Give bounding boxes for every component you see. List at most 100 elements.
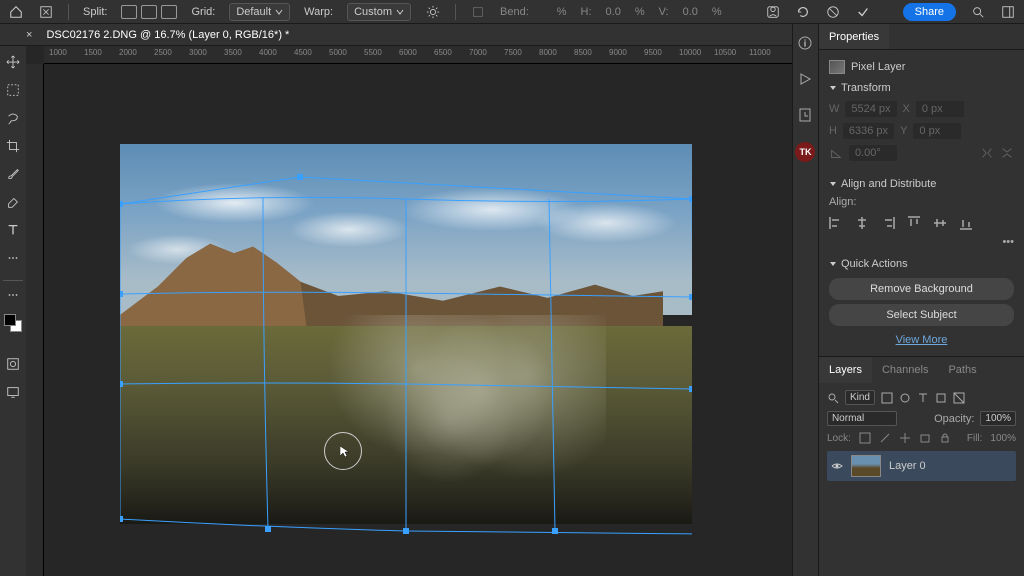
cursor-arrow-icon xyxy=(340,446,350,458)
search-icon[interactable] xyxy=(970,4,986,20)
ruler-tick: 4500 xyxy=(294,48,312,57)
lock-all-icon[interactable] xyxy=(939,432,951,444)
commit-icon[interactable] xyxy=(855,4,871,20)
cancel-transform-icon[interactable] xyxy=(38,4,54,20)
split-horz-icon[interactable] xyxy=(161,5,177,19)
info-icon[interactable] xyxy=(796,34,814,52)
kind-filter[interactable]: Kind xyxy=(845,390,875,405)
v-pct: % xyxy=(712,6,722,18)
align-center-v-icon[interactable] xyxy=(933,216,947,230)
lasso-tool[interactable] xyxy=(3,108,23,128)
width-field[interactable]: 5524 px xyxy=(845,101,896,117)
align-section[interactable]: Align and Distribute xyxy=(829,174,1014,194)
lock-trans-icon[interactable] xyxy=(859,432,871,444)
flip-h-icon[interactable] xyxy=(980,146,994,160)
filter-row: Kind xyxy=(827,387,1016,408)
tk-panel-icon[interactable]: TK xyxy=(795,142,815,162)
transform-section[interactable]: Transform xyxy=(829,78,1014,98)
transform-angle-row: 0.00° xyxy=(829,142,1014,164)
orientation-icon[interactable] xyxy=(470,4,486,20)
lock-pos-icon[interactable] xyxy=(899,432,911,444)
document-tab[interactable]: × DSC02176 2.DNG @ 16.7% (Layer 0, RGB/1… xyxy=(26,29,289,41)
fill-label: Fill: xyxy=(967,433,983,444)
ruler-horizontal[interactable]: 1000150020002500300035004000450050005500… xyxy=(44,46,792,64)
ruler-tick: 3000 xyxy=(189,48,207,57)
filter-search-icon[interactable] xyxy=(827,392,839,404)
h-pct: % xyxy=(635,6,645,18)
color-swatch[interactable] xyxy=(4,314,22,332)
dots-icon[interactable] xyxy=(3,248,23,268)
brush-tool[interactable] xyxy=(3,164,23,184)
layers-tabs: Layers Channels Paths xyxy=(819,357,1024,383)
crop-tool[interactable] xyxy=(3,136,23,156)
ruler-tick: 9500 xyxy=(644,48,662,57)
opacity-field[interactable]: 100% xyxy=(980,411,1016,426)
more-tools-icon[interactable] xyxy=(3,280,23,300)
ruler-vertical[interactable] xyxy=(26,64,44,576)
filter-type-icon[interactable] xyxy=(917,392,929,404)
ruler-tick: 5500 xyxy=(364,48,382,57)
cancel-icon[interactable] xyxy=(825,4,841,20)
layer-thumbnail[interactable] xyxy=(851,455,881,477)
flip-v-icon[interactable] xyxy=(1000,146,1014,160)
eraser-tool[interactable] xyxy=(3,192,23,212)
x-field[interactable]: 0 px xyxy=(916,101,964,117)
play-icon[interactable] xyxy=(796,70,814,88)
home-icon[interactable] xyxy=(8,4,24,20)
align-bottom-icon[interactable] xyxy=(959,216,973,230)
remove-background-button[interactable]: Remove Background xyxy=(829,278,1014,300)
align-top-icon[interactable] xyxy=(907,216,921,230)
tools-panel xyxy=(0,46,26,576)
layer-row[interactable]: Layer 0 xyxy=(827,451,1016,481)
move-tool[interactable] xyxy=(3,52,23,72)
blend-mode-select[interactable]: Normal xyxy=(827,411,897,426)
more-options-icon[interactable]: ••• xyxy=(829,236,1014,248)
split-both-icon[interactable] xyxy=(121,5,137,19)
lock-paint-icon[interactable] xyxy=(879,432,891,444)
align-right-icon[interactable] xyxy=(881,216,895,230)
document-canvas[interactable] xyxy=(120,144,692,524)
filter-smart-icon[interactable] xyxy=(953,392,965,404)
lock-nest-icon[interactable] xyxy=(919,432,931,444)
quickmask-icon[interactable] xyxy=(3,354,23,374)
layer-name[interactable]: Layer 0 xyxy=(889,460,926,472)
bend-label: Bend: xyxy=(500,6,529,18)
tab-channels[interactable]: Channels xyxy=(872,357,938,383)
canvas-area[interactable] xyxy=(44,64,792,576)
text-tool[interactable] xyxy=(3,220,23,240)
reset-icon[interactable] xyxy=(795,4,811,20)
y-field[interactable]: 0 px xyxy=(913,123,961,139)
tab-layers[interactable]: Layers xyxy=(819,357,872,383)
share-button[interactable]: Share xyxy=(903,3,956,21)
tab-paths[interactable]: Paths xyxy=(938,357,986,383)
align-center-h-icon[interactable] xyxy=(855,216,869,230)
tab-properties[interactable]: Properties xyxy=(819,24,889,49)
warp-dropdown[interactable]: Custom xyxy=(347,3,411,21)
select-subject-button[interactable]: Select Subject xyxy=(829,304,1014,326)
view-more-link[interactable]: View More xyxy=(829,330,1014,350)
filter-pixel-icon[interactable] xyxy=(881,392,893,404)
gear-icon[interactable] xyxy=(425,4,441,20)
visibility-icon[interactable] xyxy=(831,460,843,472)
workspace-icon[interactable] xyxy=(1000,4,1016,20)
right-panels: TK Properties Pixel Layer Transform W 55… xyxy=(792,24,1024,576)
filter-adjust-icon[interactable] xyxy=(899,392,911,404)
angle-field[interactable]: 0.00° xyxy=(849,145,897,161)
layer-type-row: Pixel Layer xyxy=(829,56,1014,78)
split-vert-icon[interactable] xyxy=(141,5,157,19)
marquee-tool[interactable] xyxy=(3,80,23,100)
ruler-tick: 6500 xyxy=(434,48,452,57)
filter-shape-icon[interactable] xyxy=(935,392,947,404)
quick-actions-section[interactable]: Quick Actions xyxy=(829,254,1014,274)
fill-field[interactable]: 100% xyxy=(990,433,1016,444)
height-field[interactable]: 6336 px xyxy=(843,123,894,139)
close-tab-icon[interactable]: × xyxy=(26,29,32,41)
screenmode-icon[interactable] xyxy=(3,382,23,402)
guides-icon[interactable] xyxy=(765,4,781,20)
warp-label: Warp: xyxy=(304,6,333,18)
align-dist-label: Align and Distribute xyxy=(841,178,936,190)
lock-label: Lock: xyxy=(827,433,851,444)
grid-dropdown[interactable]: Default xyxy=(229,3,290,21)
align-left-icon[interactable] xyxy=(829,216,843,230)
history-icon[interactable] xyxy=(796,106,814,124)
